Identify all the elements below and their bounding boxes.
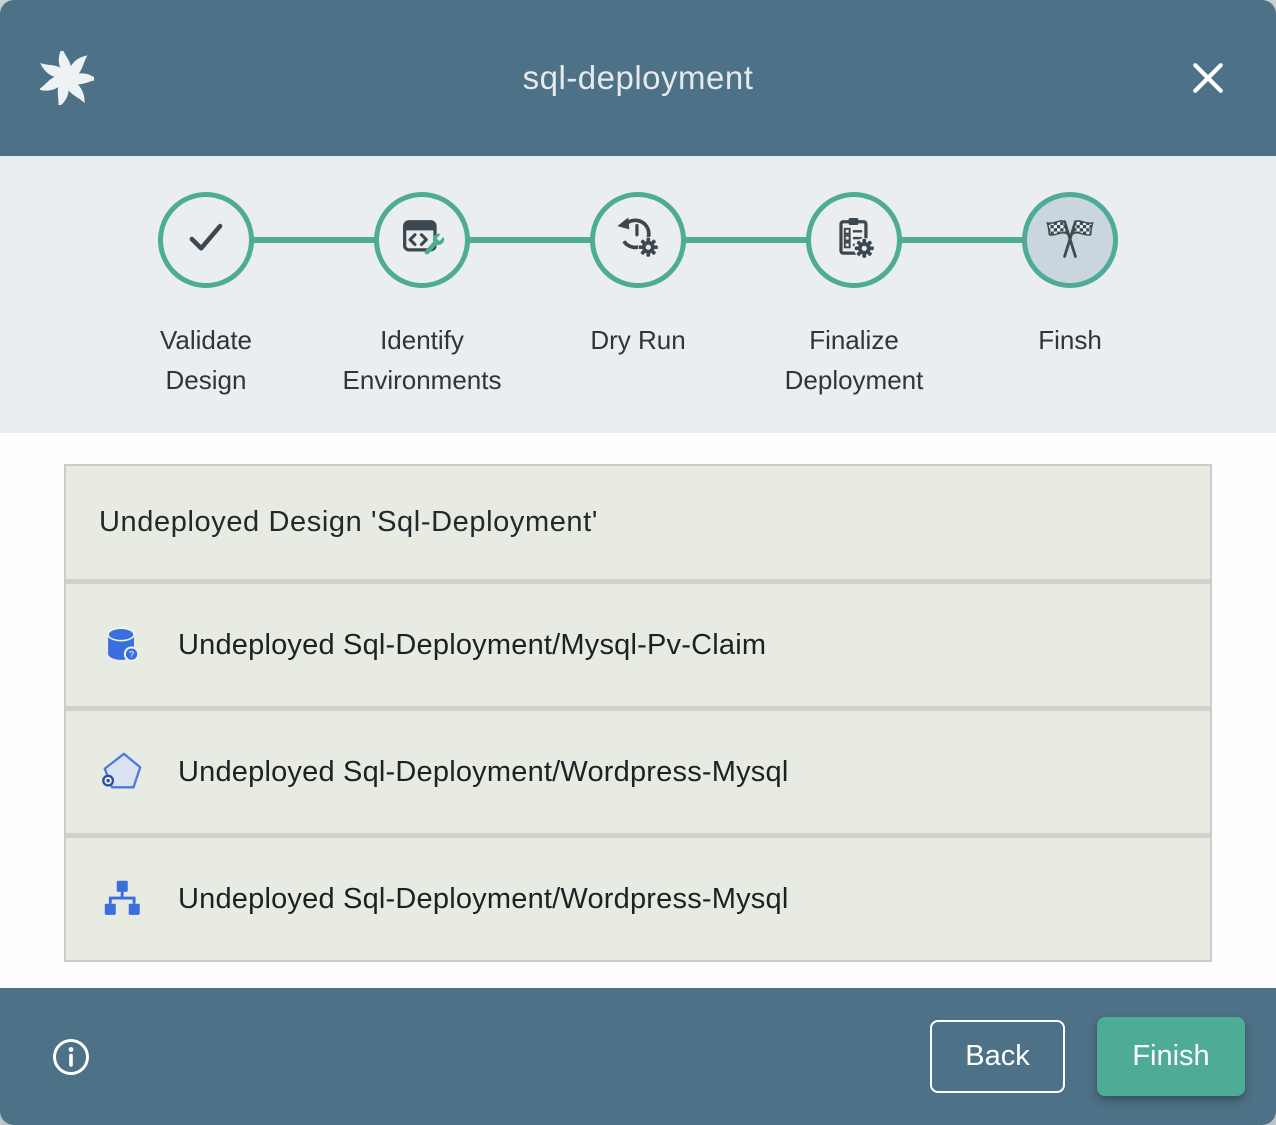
step-dry-run-circle[interactable]	[590, 192, 686, 288]
info-icon	[48, 1068, 94, 1083]
wizard-stepper: Validate Design	[0, 156, 1276, 433]
clipboard-checklist-gear-icon	[828, 212, 880, 269]
step-label: Finsh	[1038, 320, 1102, 360]
step-finalize-deployment: Finalize Deployment	[746, 192, 962, 400]
info-button[interactable]	[48, 1034, 94, 1080]
deployment-results-list: Undeployed Design 'Sql-Deployment' ? Und…	[64, 464, 1212, 962]
list-row-wordpress-mysql-service: Undeployed Sql-Deployment/Wordpress-Mysq…	[66, 711, 1210, 833]
row-text: Undeployed Sql-Deployment/Wordpress-Mysq…	[178, 883, 788, 916]
deployment-wizard-dialog: sql-deployment Validate Design	[0, 0, 1276, 1125]
checkmark-icon	[180, 212, 232, 269]
row-text: Undeployed Design 'Sql-Deployment'	[99, 506, 598, 539]
list-row-mysql-pv-claim: ? Undeployed Sql-Deployment/Mysql-Pv-Cla…	[66, 584, 1210, 706]
step-label: Dry Run	[590, 320, 685, 360]
finish-button[interactable]: Finish	[1097, 1017, 1245, 1096]
step-finish: Finsh	[962, 192, 1178, 400]
code-window-wrench-icon	[396, 212, 448, 269]
step-identify-environments-circle[interactable]	[374, 192, 470, 288]
results-panel: Undeployed Design 'Sql-Deployment' ? Und…	[0, 433, 1276, 988]
row-text: Undeployed Sql-Deployment/Mysql-Pv-Claim	[178, 629, 766, 662]
step-label: Finalize Deployment	[785, 320, 924, 400]
svg-text:?: ?	[129, 649, 134, 659]
dialog-footer: Back Finish	[0, 988, 1276, 1125]
row-text: Undeployed Sql-Deployment/Wordpress-Mysq…	[178, 756, 788, 789]
step-validate-design: Validate Design	[98, 192, 314, 400]
list-row-design-status: Undeployed Design 'Sql-Deployment'	[66, 466, 1210, 579]
step-validate-design-circle[interactable]	[158, 192, 254, 288]
back-button[interactable]: Back	[930, 1020, 1065, 1093]
dialog-header: sql-deployment	[0, 0, 1276, 156]
close-icon	[1186, 88, 1230, 103]
dialog-title: sql-deployment	[0, 59, 1276, 97]
list-row-wordpress-mysql-workload: Undeployed Sql-Deployment/Wordpress-Mysq…	[66, 838, 1210, 960]
step-finish-circle[interactable]	[1022, 192, 1118, 288]
step-label: Validate Design	[160, 320, 252, 400]
checkered-flags-icon	[1044, 212, 1096, 269]
step-label: Identify Environments	[343, 320, 502, 400]
step-identify-environments: Identify Environments	[314, 192, 530, 400]
workload-tree-icon	[99, 876, 145, 922]
close-button[interactable]	[1186, 56, 1230, 100]
step-finalize-deployment-circle[interactable]	[806, 192, 902, 288]
pentagon-component-icon	[99, 749, 145, 795]
database-question-icon: ?	[99, 622, 145, 668]
history-arrow-gear-icon	[612, 212, 664, 269]
step-dry-run: Dry Run	[530, 192, 746, 400]
